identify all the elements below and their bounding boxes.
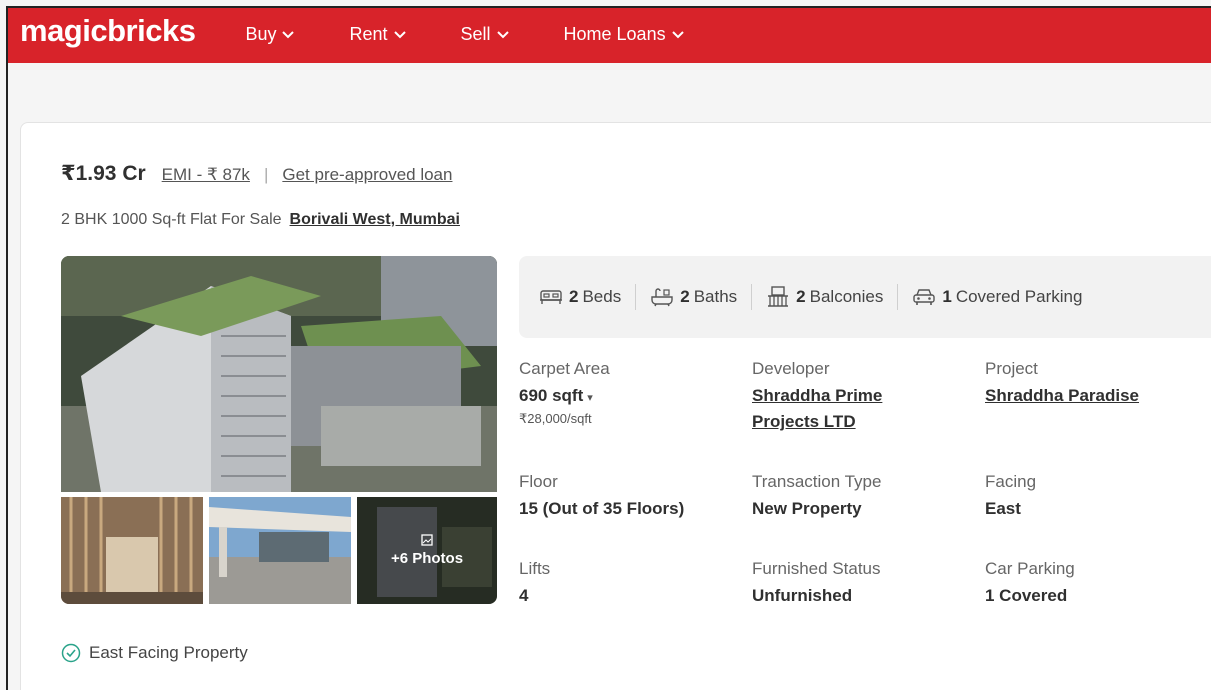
detail-car-parking: Car Parking 1 Covered [985, 559, 1075, 609]
caret-down-icon: ▾ [587, 392, 593, 404]
transaction-type-value: New Property [752, 499, 862, 518]
amenity-balconies: 2 Balconies [766, 286, 883, 308]
browser-viewport: magicbricks Buy Rent Sell Home Loans ₹1.… [6, 6, 1211, 690]
amenities-bar: 2 Beds 2 Baths 2 Balconies 1 Covered Par… [519, 256, 1211, 338]
baths-label: Baths [693, 287, 738, 306]
facing-label: Facing [985, 472, 1037, 491]
car-icon [913, 289, 936, 305]
beds-count: 2 [569, 287, 579, 306]
car-parking-label: Car Parking [985, 559, 1075, 578]
nav-buy-label: Buy [245, 24, 277, 44]
amenity-parking: 1 Covered Parking [912, 287, 1082, 307]
balconies-count: 2 [796, 287, 806, 306]
property-card: ₹1.93 Cr EMI - ₹ 87k | Get pre-approved … [20, 122, 1211, 690]
floor-label: Floor [519, 472, 558, 491]
lifts-value: 4 [519, 586, 529, 605]
amenity-baths: 2 Baths [650, 287, 737, 307]
balcony-icon [768, 286, 789, 307]
photo-gallery: +6 Photos [61, 256, 497, 604]
main-property-photo[interactable] [61, 256, 497, 492]
detail-lifts: Lifts 4 [519, 559, 550, 609]
lifts-label: Lifts [519, 559, 551, 578]
photo-thumbnail-entrance[interactable] [209, 497, 351, 604]
carpet-area-value: 690 sqft [519, 386, 584, 405]
furnished-status-label: Furnished Status [752, 559, 881, 578]
emi-link[interactable]: EMI - ₹ 87k [162, 165, 250, 185]
developer-name-line1: Shraddha Prime [752, 386, 883, 405]
more-photos-overlay[interactable]: +6 Photos [357, 497, 497, 604]
locality-link[interactable]: Borivali West, Mumbai [290, 211, 460, 229]
chevron-down-icon [282, 30, 295, 38]
beds-label: Beds [582, 287, 622, 306]
developer-name-line2: Projects LTD [752, 412, 856, 431]
baths-count: 2 [680, 287, 690, 306]
project-link[interactable]: Shraddha Paradise [985, 383, 1139, 409]
east-facing-text: East Facing Property [89, 643, 248, 662]
detail-transaction-type: Transaction Type New Property [752, 472, 881, 522]
price-row: ₹1.93 Cr EMI - ₹ 87k | Get pre-approved … [61, 161, 452, 186]
bed-icon [540, 290, 562, 304]
detail-furnished-status: Furnished Status Unfurnished [752, 559, 881, 609]
more-photos-label: +6 Photos [390, 550, 464, 567]
detail-project: Project Shraddha Paradise [985, 359, 1139, 409]
chevron-down-icon [496, 30, 509, 38]
furnished-status-value: Unfurnished [752, 586, 853, 605]
amenity-divider [897, 284, 899, 310]
amenity-divider [751, 284, 753, 310]
bath-icon [651, 288, 673, 307]
car-parking-value: 1 Covered [985, 586, 1068, 605]
developer-label: Developer [752, 359, 830, 378]
nav-sell-label: Sell [460, 24, 491, 44]
detail-carpet-area: Carpet Area 690 sqft ▾ ₹28,000/sqft [519, 359, 610, 427]
amenity-beds: 2 Beds [539, 287, 621, 307]
gallery-icon [421, 534, 433, 546]
balconies-label: Balconies [809, 287, 884, 306]
parking-label: Covered Parking [955, 287, 1083, 306]
property-price: ₹1.93 Cr [61, 162, 146, 185]
detail-developer: Developer Shraddha Prime Projects LTD [752, 359, 882, 435]
transaction-type-label: Transaction Type [752, 472, 882, 491]
chevron-down-icon [393, 30, 406, 38]
photo-thumbnail-lobby[interactable] [61, 497, 203, 604]
check-circle-icon [61, 643, 81, 663]
parking-count: 1 [942, 287, 952, 306]
nav-home-loans-label: Home Loans [563, 24, 666, 44]
detail-facing: Facing East [985, 472, 1036, 522]
price-per-sqft: ₹28,000/sqft [519, 411, 592, 426]
property-subtitle: 2 BHK 1000 Sq-ft Flat For Sale Borivali … [61, 211, 460, 229]
carpet-area-label: Carpet Area [519, 359, 610, 378]
chevron-down-icon [671, 30, 684, 38]
nav-buy[interactable]: Buy [245, 24, 295, 45]
floor-value: 15 (Out of 35 Floors) [519, 499, 685, 518]
nav-rent[interactable]: Rent [349, 24, 406, 45]
price-separator: | [263, 165, 269, 184]
developer-link[interactable]: Shraddha Prime Projects LTD [752, 383, 882, 435]
nav-rent-label: Rent [349, 24, 388, 44]
property-title: 2 BHK 1000 Sq-ft Flat For Sale [61, 211, 282, 228]
facing-value: East [985, 499, 1021, 518]
amenity-divider [635, 284, 637, 310]
nav-sell[interactable]: Sell [461, 24, 509, 45]
carpet-area-value-row[interactable]: 690 sqft ▾ [519, 383, 610, 411]
project-label: Project [985, 359, 1038, 378]
nav-home-loans[interactable]: Home Loans [564, 24, 684, 45]
top-navbar: magicbricks Buy Rent Sell Home Loans [8, 8, 1211, 63]
magicbricks-logo[interactable]: magicbricks [20, 13, 196, 49]
east-facing-highlight: East Facing Property [61, 643, 248, 663]
detail-floor: Floor 15 (Out of 35 Floors) [519, 472, 684, 522]
pre-approved-loan-link[interactable]: Get pre-approved loan [282, 165, 452, 185]
